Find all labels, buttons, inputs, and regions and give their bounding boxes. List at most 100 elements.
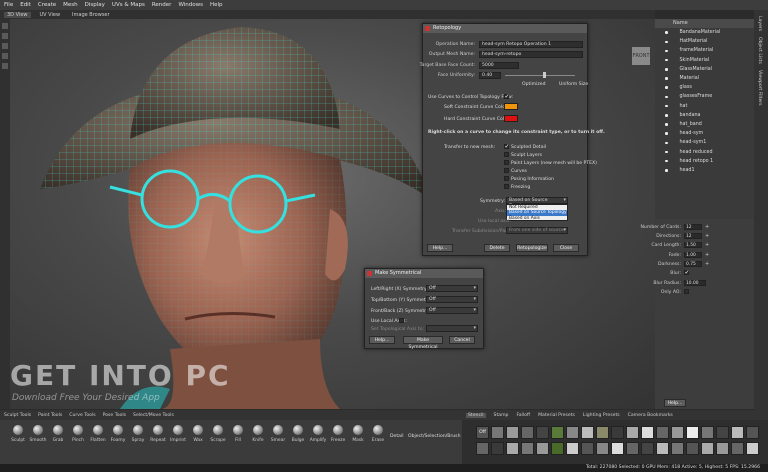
list-item[interactable]: head1: [655, 166, 754, 175]
stencil-tile[interactable]: [656, 426, 669, 439]
stencil-tile[interactable]: [581, 426, 594, 439]
stepper-icon[interactable]: +: [705, 252, 709, 258]
set-topo-axis-dropdown[interactable]: [426, 325, 478, 332]
transfer-checkbox-freezing[interactable]: [504, 184, 509, 189]
tool-sculpt[interactable]: Sculpt: [8, 425, 28, 443]
stencil-tile[interactable]: [716, 442, 729, 455]
stencil-off-tile[interactable]: Off: [476, 426, 489, 439]
tool-bulge[interactable]: Bulge: [288, 425, 308, 443]
symmetry-dropdown[interactable]: Based on Source Topology: [506, 197, 568, 209]
list-item[interactable]: glassesFrame: [655, 92, 754, 101]
stepper-icon[interactable]: +: [705, 233, 709, 239]
tab-pose-tools[interactable]: Pose Tools: [103, 413, 126, 418]
tool-freeze[interactable]: Freeze: [328, 425, 348, 443]
prop-fade[interactable]: 1.00: [684, 252, 702, 258]
stencil-tile[interactable]: [506, 426, 519, 439]
stepper-icon[interactable]: +: [705, 224, 709, 230]
menu-display[interactable]: Display: [85, 2, 105, 8]
tool-repeat[interactable]: Repeat: [148, 425, 168, 443]
stencil-tile[interactable]: [536, 442, 549, 455]
visibility-icon[interactable]: [665, 49, 668, 53]
hard-curve-color[interactable]: [504, 115, 518, 122]
prop-darkness[interactable]: 0.75: [684, 261, 702, 267]
stencil-tile[interactable]: [551, 442, 564, 455]
stepper-icon[interactable]: +: [705, 261, 709, 267]
stencil-tile[interactable]: [731, 442, 744, 455]
tab-3d-view[interactable]: 3D View: [4, 11, 31, 18]
visibility-icon[interactable]: [665, 150, 668, 154]
stencil-tile[interactable]: [641, 426, 654, 439]
tool-flatten[interactable]: Flatten: [88, 425, 108, 443]
stencil-tile[interactable]: [716, 426, 729, 439]
face-uniformity-slider[interactable]: [505, 75, 575, 76]
transfer-subdivision-dropdown[interactable]: From one side of source: [506, 227, 568, 234]
stencil-tile[interactable]: [656, 442, 669, 455]
visibility-icon[interactable]: [665, 86, 668, 89]
stencil-tile[interactable]: [476, 442, 489, 455]
symmetry-option-axis[interactable]: Based on Axis: [507, 216, 567, 221]
tool-mask[interactable]: Mask: [348, 425, 368, 443]
visibility-icon[interactable]: [665, 58, 668, 62]
prop-number-of-cards[interactable]: 12: [684, 224, 702, 230]
tab-image-browser[interactable]: Image Browser: [69, 12, 113, 18]
tab-stamp[interactable]: Stamp: [494, 413, 509, 418]
menu-create[interactable]: Create: [38, 2, 56, 8]
tab-paint-tools[interactable]: Paint Tools: [38, 413, 62, 418]
object-selection-brush-label[interactable]: Object/Selection/Brush: [408, 434, 460, 439]
slider-handle[interactable]: [543, 72, 546, 78]
stencil-tile[interactable]: [671, 442, 684, 455]
visibility-icon[interactable]: [665, 159, 668, 163]
tool-spray[interactable]: Spray: [128, 425, 148, 443]
tool-amplify[interactable]: Amplify: [308, 425, 328, 443]
detail-label[interactable]: Detail: [390, 434, 404, 439]
tab-uv-view[interactable]: UV View: [37, 12, 64, 18]
list-item[interactable]: head reduced: [655, 147, 754, 156]
stencil-tile[interactable]: [701, 442, 714, 455]
list-item[interactable]: frameMaterial: [655, 46, 754, 55]
transfer-checkbox-sculpted[interactable]: [504, 143, 510, 150]
stencil-tile[interactable]: [521, 426, 534, 439]
stencil-tile[interactable]: [686, 426, 699, 439]
list-item[interactable]: glass: [655, 83, 754, 92]
transfer-checkbox-curves[interactable]: [504, 168, 509, 173]
stencil-tile[interactable]: [566, 442, 579, 455]
menu-mesh[interactable]: Mesh: [63, 2, 77, 8]
stencil-tile[interactable]: [536, 426, 549, 439]
retopologize-button[interactable]: Retopologize: [516, 244, 548, 252]
stencil-tile[interactable]: [596, 442, 609, 455]
menu-file[interactable]: File: [4, 2, 13, 8]
visibility-icon[interactable]: [665, 123, 668, 126]
stencil-tile[interactable]: [671, 426, 684, 439]
list-item[interactable]: BandanaMaterial: [655, 28, 754, 37]
list-item[interactable]: hat_band: [655, 120, 754, 129]
face-uniformity-field[interactable]: 0.40: [479, 72, 501, 79]
output-mesh-field[interactable]: head-sym-retopo: [479, 51, 583, 58]
stencil-tile[interactable]: [611, 442, 624, 455]
stencil-tile[interactable]: [626, 442, 639, 455]
prop-blur-checkbox[interactable]: [684, 269, 690, 276]
visibility-icon[interactable]: [665, 141, 668, 145]
stencil-tile[interactable]: [521, 442, 534, 455]
menu-render[interactable]: Render: [152, 2, 172, 8]
tab-layers[interactable]: Layers: [757, 16, 762, 31]
sym-cancel-button[interactable]: Cancel: [449, 336, 475, 344]
stencil-tile[interactable]: [596, 426, 609, 439]
make-symmetrical-button[interactable]: Make Symmetrical: [403, 336, 443, 350]
tab-material-presets[interactable]: Material Presets: [538, 413, 575, 418]
tool-wax[interactable]: Wax: [188, 425, 208, 443]
tool-fill[interactable]: Fill: [228, 425, 248, 443]
visibility-icon[interactable]: [665, 77, 668, 80]
tool-scrape[interactable]: Scrape: [208, 425, 228, 443]
list-item[interactable]: head retopo 1: [655, 157, 754, 166]
menu-help[interactable]: Help: [210, 2, 223, 8]
visibility-icon[interactable]: [665, 95, 668, 99]
tab-stencil[interactable]: Stencil: [466, 412, 486, 418]
tab-camera-bookmarks[interactable]: Camera Bookmarks: [628, 413, 673, 418]
tab-select-move-tools[interactable]: Select/Move Tools: [133, 413, 174, 418]
retopo-help-button[interactable]: Help...: [427, 244, 453, 252]
tool-imprint[interactable]: Imprint: [168, 425, 188, 443]
stencil-tile[interactable]: [746, 426, 759, 439]
sym-help-button[interactable]: Help...: [369, 336, 395, 344]
menu-uvs-maps[interactable]: UVs & Maps: [112, 2, 145, 8]
operation-name-field[interactable]: head-sym Retopo Operation 1: [479, 41, 583, 48]
